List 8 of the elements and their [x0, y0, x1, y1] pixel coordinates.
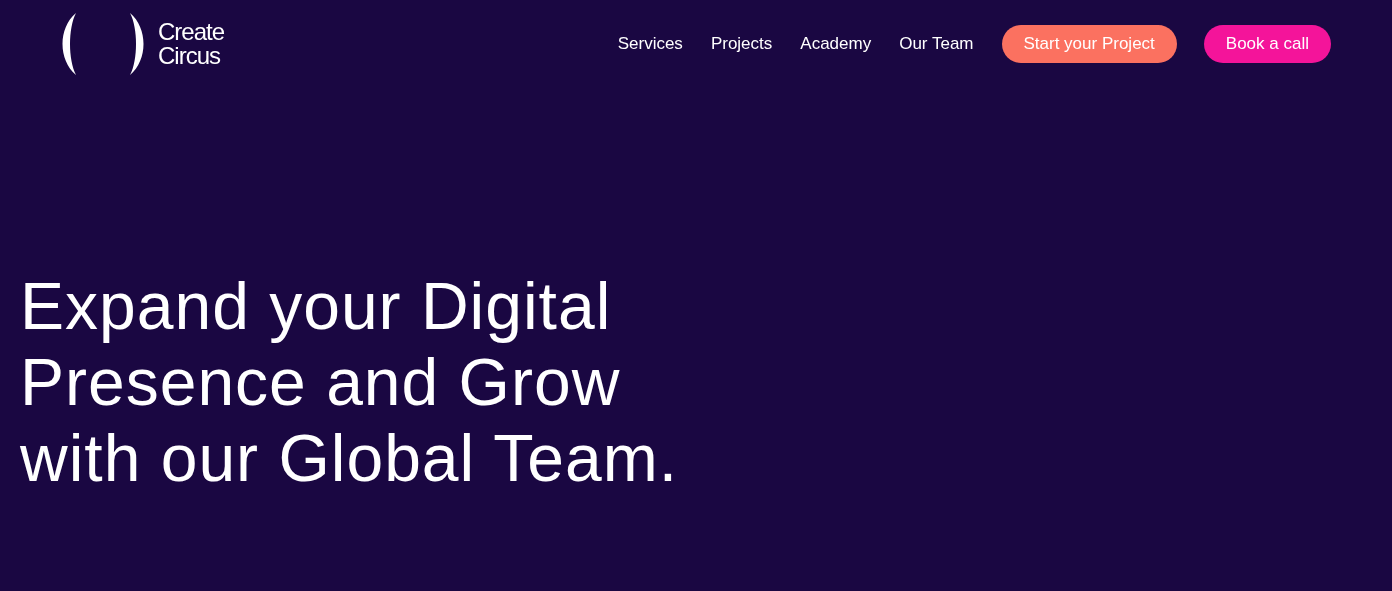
logo-text[interactable]: Create Circus: [158, 20, 225, 68]
nav-link[interactable]: Projects: [710, 31, 773, 57]
hero-heading: Expand your Digital Presence and Grow with our Global Team.: [20, 268, 680, 496]
logo-icon: [62, 12, 144, 76]
nav-link[interactable]: Services: [617, 31, 683, 57]
nav-link[interactable]: Academy: [800, 31, 872, 57]
book-call-button[interactable]: Book a call: [1203, 25, 1331, 63]
nav-link[interactable]: Our Team: [899, 31, 974, 57]
